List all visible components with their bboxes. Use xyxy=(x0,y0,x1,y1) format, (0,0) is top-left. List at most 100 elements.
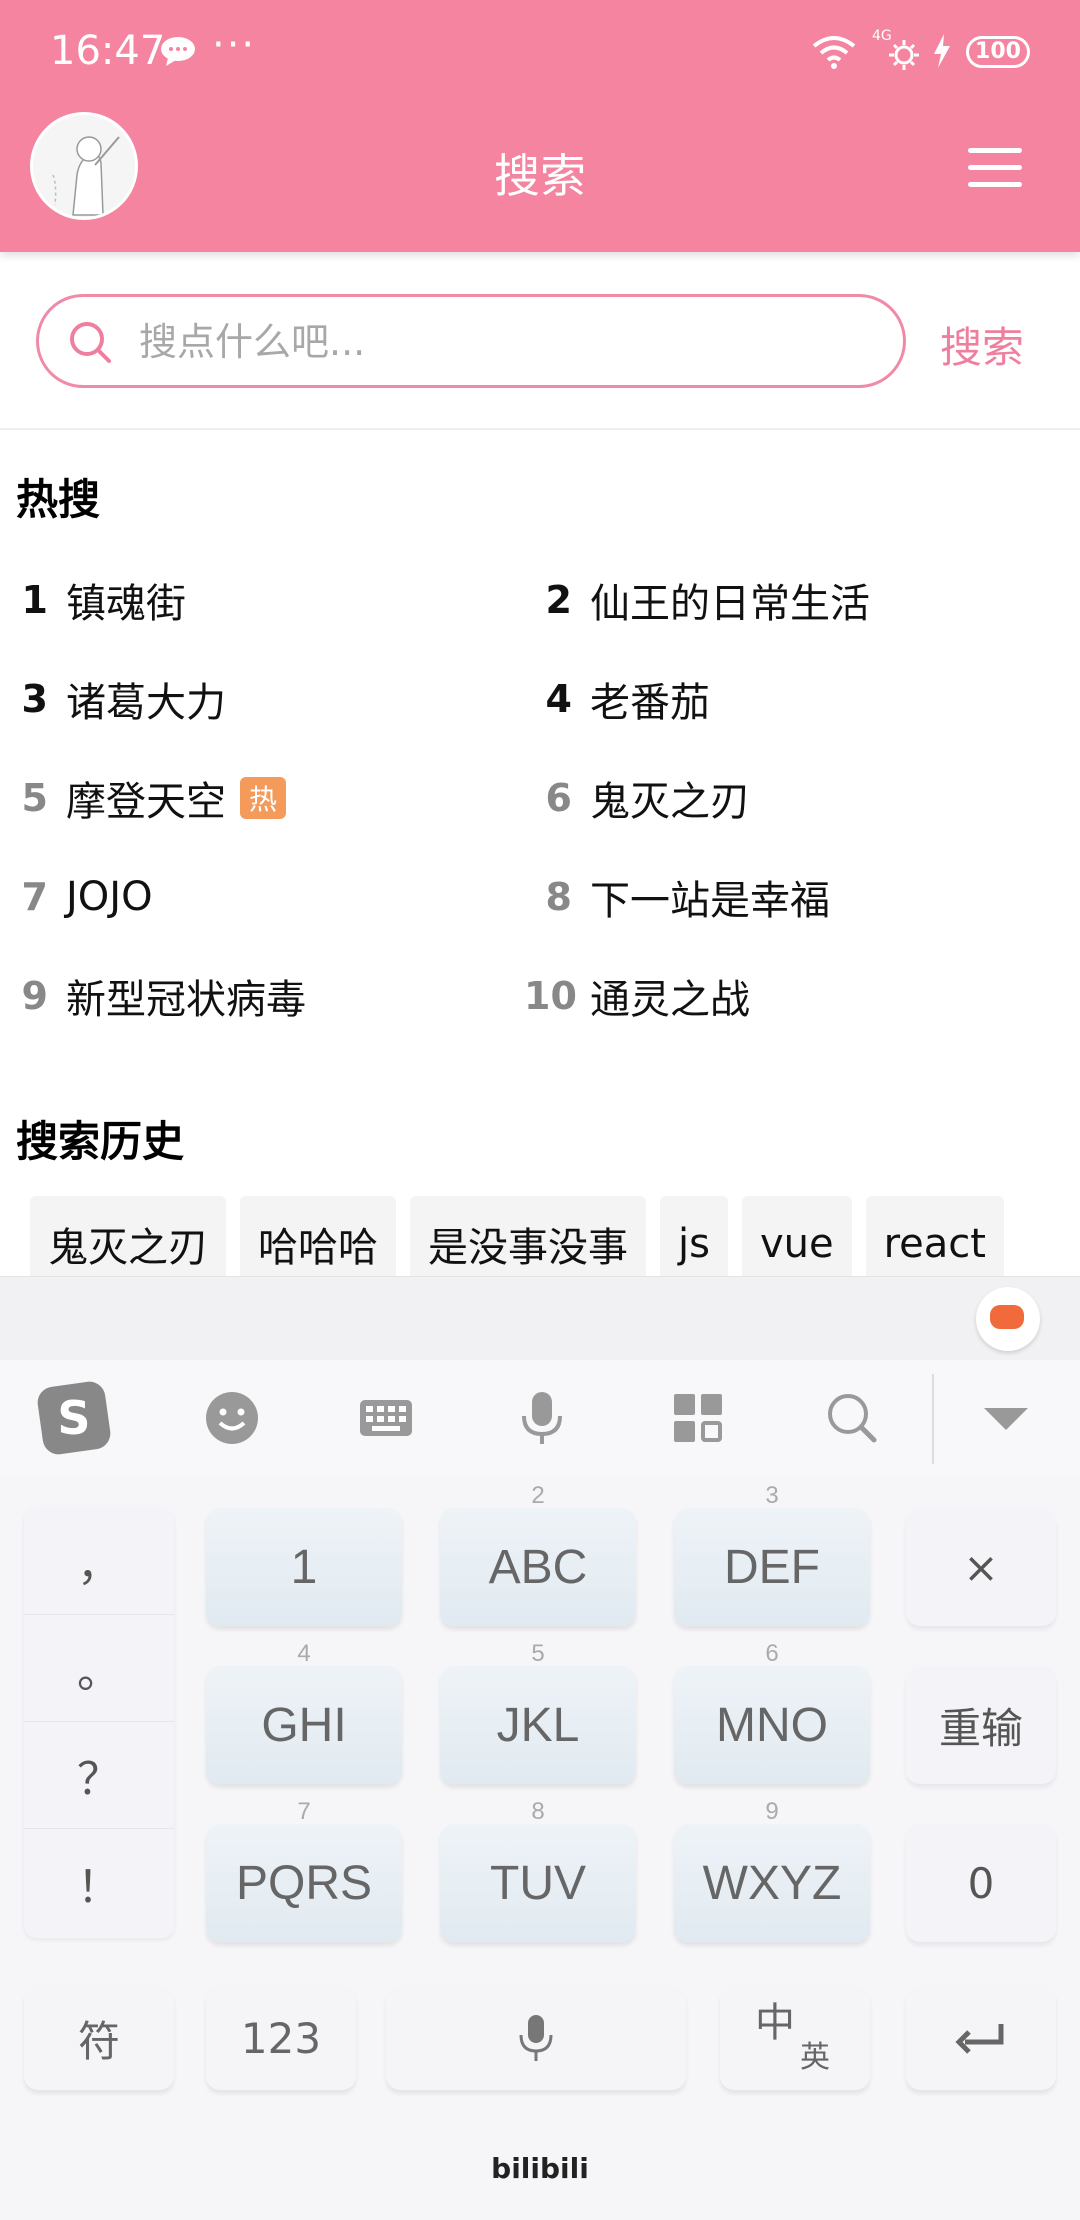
punctuation-column: ， 。 ？ ！ xyxy=(24,1508,174,1938)
enter-icon xyxy=(955,2024,1004,2054)
key-wxyz[interactable]: 9 WXYZ xyxy=(674,1798,870,1942)
hot-item-4[interactable]: 4 老番茄 xyxy=(524,659,710,739)
hot-rank: 3 xyxy=(21,677,48,721)
hot-item-2[interactable]: 2 仙王的日常生活 xyxy=(524,560,870,640)
hot-text: 仙王的日常生活 xyxy=(590,581,870,627)
history-chip[interactable]: vue xyxy=(741,1196,852,1286)
more-notifications-icon: ··· xyxy=(212,22,257,68)
hot-text: JOJO xyxy=(66,874,153,920)
sogou-logo-icon[interactable]: S xyxy=(36,1380,112,1456)
key-jkl[interactable]: 5 JKL xyxy=(440,1640,636,1784)
charging-icon xyxy=(934,34,950,68)
lang-en-label: 英 xyxy=(800,2040,830,2075)
key-tuv[interactable]: 8 TUV xyxy=(440,1798,636,1942)
hot-rank: 5 xyxy=(21,776,48,820)
hot-badge: 热 xyxy=(240,777,286,819)
history-chip[interactable]: 鬼灭之刃 xyxy=(30,1196,226,1286)
app-header: 16:47 ··· 4G 100 搜索 xyxy=(0,0,1080,252)
key-1[interactable]: 1 xyxy=(206,1508,402,1626)
search-history-list: 鬼灭之刃 哈哈哈 是没事没事 js vue react xyxy=(30,1196,1060,1286)
hot-item-9[interactable]: 9 新型冠状病毒 xyxy=(0,956,306,1036)
search-input[interactable] xyxy=(139,313,859,371)
microphone-icon xyxy=(519,2015,553,2061)
hot-item-3[interactable]: 3 诸葛大力 xyxy=(0,659,226,739)
hot-item-8[interactable]: 8 下一站是幸福 xyxy=(524,857,830,937)
hot-text: 镇魂街 xyxy=(66,581,186,627)
history-chip[interactable]: 哈哈哈 xyxy=(240,1196,396,1286)
menu-icon[interactable] xyxy=(968,148,1022,188)
key-label: GHI xyxy=(261,1698,347,1752)
hot-rank: 6 xyxy=(545,776,572,820)
key-abc[interactable]: 2 ABC xyxy=(440,1482,636,1626)
key-label: WXYZ xyxy=(702,1856,842,1910)
keyboard-candidate-strip xyxy=(0,1276,1080,1360)
reset-key[interactable]: 重输 xyxy=(906,1666,1056,1784)
punct-key-comma[interactable]: ， xyxy=(24,1508,174,1615)
key-number: 2 xyxy=(531,1482,545,1509)
keyboard-toolbar: S xyxy=(0,1360,1080,1476)
hot-item-10[interactable]: 10 通灵之战 xyxy=(524,956,750,1036)
hot-text: 下一站是幸福 xyxy=(590,878,830,924)
hot-rank: 9 xyxy=(21,974,48,1018)
symbols-key[interactable]: 符 xyxy=(24,1986,174,2090)
key-number: 5 xyxy=(531,1640,545,1667)
key-number: 3 xyxy=(765,1482,779,1509)
hot-text: 新型冠状病毒 xyxy=(66,977,306,1023)
hot-rank: 4 xyxy=(545,677,572,721)
divider xyxy=(0,428,1080,430)
cellular-signal-icon: 4G xyxy=(872,28,932,72)
numbers-key[interactable]: 123 xyxy=(206,1986,356,2090)
toolbar-separator xyxy=(932,1374,934,1464)
punct-key-question[interactable]: ？ xyxy=(24,1722,174,1829)
key-pqrs[interactable]: 7 PQRS xyxy=(206,1798,402,1942)
search-button[interactable]: 搜索 xyxy=(940,314,1024,375)
key-label: JKL xyxy=(496,1698,580,1752)
key-number: 9 xyxy=(765,1798,779,1825)
status-time: 16:47 xyxy=(50,28,166,74)
emoji-icon[interactable] xyxy=(202,1388,262,1448)
page-title: 搜索 xyxy=(494,149,586,203)
lang-switch-key[interactable]: 中 英 xyxy=(720,1986,870,2090)
hot-item-1[interactable]: 1 镇魂街 xyxy=(0,560,186,640)
hot-search-title: 热搜 xyxy=(16,475,101,524)
key-number: 7 xyxy=(297,1798,311,1825)
keyboard-icon[interactable] xyxy=(356,1388,416,1448)
key-ghi[interactable]: 4 GHI xyxy=(206,1640,402,1784)
history-chip[interactable]: react xyxy=(865,1196,1004,1286)
lang-zh-label: 中 xyxy=(755,2000,795,2046)
bilibili-logo: bilibili xyxy=(491,2152,589,2185)
search-history-title: 搜索历史 xyxy=(16,1117,185,1166)
hot-text: 摩登天空 xyxy=(66,779,226,825)
enter-key[interactable] xyxy=(906,1986,1056,2090)
delete-key[interactable]: × xyxy=(906,1508,1056,1626)
microphone-icon[interactable] xyxy=(512,1388,572,1448)
key-label: TUV xyxy=(490,1856,586,1910)
key-label: ABC xyxy=(488,1540,588,1594)
space-key[interactable] xyxy=(386,1986,686,2090)
mascot-icon[interactable] xyxy=(976,1287,1040,1351)
search-bar xyxy=(36,294,906,388)
hot-rank: 10 xyxy=(524,974,577,1018)
key-number: 6 xyxy=(765,1640,779,1667)
hot-item-5[interactable]: 5 摩登天空 热 xyxy=(0,758,286,838)
hot-item-6[interactable]: 6 鬼灭之刃 xyxy=(524,758,750,838)
ime-keyboard: S ， 。 ？ ！ 1 2 ABC 3 DEF 4 GHI 5 JKL 6 MN… xyxy=(0,1276,1080,2220)
zero-key[interactable]: 0 xyxy=(906,1824,1056,1942)
search-icon xyxy=(70,322,111,363)
punct-key-exclaim[interactable]: ！ xyxy=(24,1829,174,1936)
key-mno[interactable]: 6 MNO xyxy=(674,1640,870,1784)
hot-item-7[interactable]: 7 JOJO xyxy=(0,857,153,937)
hot-rank: 1 xyxy=(21,578,48,622)
collapse-icon[interactable] xyxy=(976,1388,1036,1448)
search-icon[interactable] xyxy=(822,1388,882,1448)
status-bar: 16:47 ··· 4G 100 xyxy=(0,0,1080,106)
hot-rank: 2 xyxy=(545,578,572,622)
key-label: MNO xyxy=(716,1698,828,1752)
hot-rank: 7 xyxy=(21,875,48,919)
key-label: PQRS xyxy=(235,1856,373,1910)
apps-grid-icon[interactable] xyxy=(668,1388,728,1448)
history-chip[interactable]: js xyxy=(660,1196,728,1286)
punct-key-period[interactable]: 。 xyxy=(24,1615,174,1722)
history-chip[interactable]: 是没事没事 xyxy=(410,1196,646,1286)
key-def[interactable]: 3 DEF xyxy=(674,1482,870,1626)
